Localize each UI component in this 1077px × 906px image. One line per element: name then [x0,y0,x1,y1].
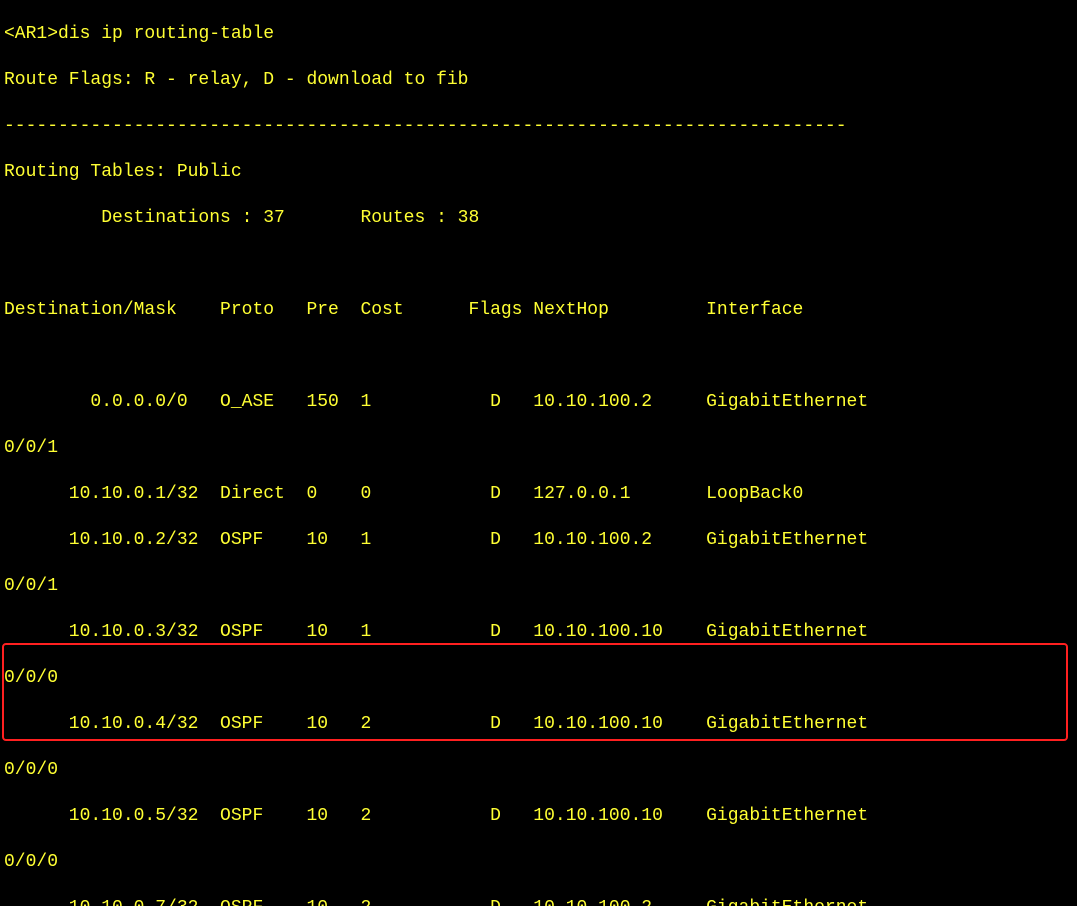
table-row: 10.10.0.5/32 OSPF 10 2 D 10.10.100.10 Gi… [4,805,1073,828]
route-flags: Route Flags: R - relay, D - download to … [4,69,1073,92]
table-row: 10.10.0.3/32 OSPF 10 1 D 10.10.100.10 Gi… [4,621,1073,644]
terminal[interactable]: <AR1>dis ip routing-table Route Flags: R… [0,0,1077,906]
table-row: 0/0/0 [4,851,1073,874]
table-row: 0.0.0.0/0 O_ASE 150 1 D 10.10.100.2 Giga… [4,391,1073,414]
blank [4,345,1073,368]
table-row: 10.10.0.4/32 OSPF 10 2 D 10.10.100.10 Gi… [4,713,1073,736]
table-row: 0/0/1 [4,437,1073,460]
header: Destination/Mask Proto Pre Cost Flags Ne… [4,299,1073,322]
table-row: 0/0/1 [4,575,1073,598]
blank [4,253,1073,276]
table-row: 10.10.0.2/32 OSPF 10 1 D 10.10.100.2 Gig… [4,529,1073,552]
prompt: <AR1>dis ip routing-table [4,23,1073,46]
divider: ----------------------------------------… [4,115,1073,138]
summary: Destinations : 37 Routes : 38 [4,207,1073,230]
table-row: 0/0/0 [4,667,1073,690]
table-row: 0/0/0 [4,759,1073,782]
table-row: 10.10.0.7/32 OSPF 10 2 D 10.10.100.2 Gig… [4,897,1073,906]
table-name: Routing Tables: Public [4,161,1073,184]
table-row: 10.10.0.1/32 Direct 0 0 D 127.0.0.1 Loop… [4,483,1073,506]
